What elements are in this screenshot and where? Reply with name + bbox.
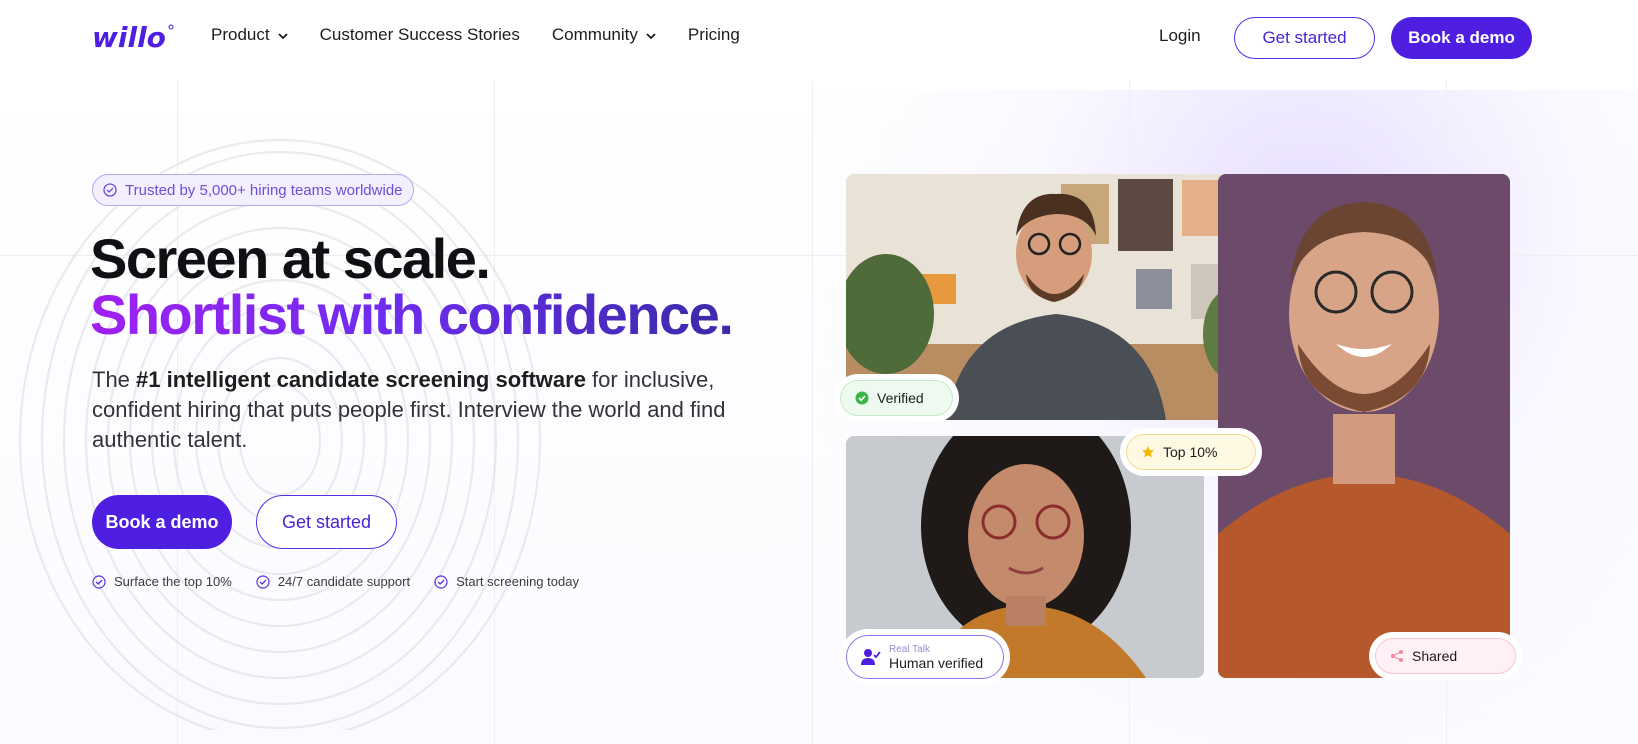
human-verified-label: Human verified [889, 654, 984, 671]
nav-item-customer-success-stories[interactable]: Customer Success Stories [320, 25, 520, 45]
feature-item: 24/7 candidate support [256, 574, 410, 589]
top-percent-badge: Top 10% [1126, 434, 1256, 470]
grid-line [812, 80, 813, 744]
willo-logo[interactable]: willo [92, 21, 174, 57]
feature-label: Surface the top 10% [114, 574, 232, 589]
hero-book-demo-button[interactable]: Book a demo [92, 495, 232, 549]
check-circle-icon [434, 574, 448, 589]
feature-label: 24/7 candidate support [277, 574, 411, 589]
chevron-down-icon [646, 25, 656, 45]
hero-subtext: The #1 intelligent candidate screening s… [92, 365, 772, 455]
subtext-bold: #1 intelligent candidate screening softw… [136, 367, 586, 392]
book-demo-button[interactable]: Book a demo [1391, 17, 1532, 59]
human-verified-text: Real Talk Human verified [889, 644, 983, 671]
headline-line-2: Shortlist with confidence. [90, 283, 734, 346]
nav-item-label: Customer Success Stories [319, 25, 520, 44]
willo-logo-mark: willo [92, 21, 174, 54]
chevron-down-icon [277, 25, 288, 45]
top-percent-label: Top 10% [1163, 444, 1218, 460]
top-navigation: willo Product Customer Success Stories C… [0, 0, 1638, 76]
get-started-button[interactable]: Get started [1234, 17, 1375, 59]
share-icon [1391, 650, 1403, 662]
check-circle-icon [92, 574, 106, 589]
badge-check-icon [103, 183, 117, 197]
human-verified-badge: Real Talk Human verified [846, 635, 1004, 679]
subtext-prefix: The [92, 367, 137, 392]
nav-item-pricing[interactable]: Pricing [688, 25, 740, 45]
verified-check-icon [855, 391, 869, 405]
verified-badge: Verified [840, 380, 953, 416]
login-link[interactable]: Login [1159, 26, 1201, 46]
human-verified-caption: Real Talk [889, 643, 930, 655]
trust-badge: Trusted by 5,000+ hiring teams worldwide [92, 174, 414, 206]
feature-label: Start screening today [456, 574, 579, 589]
nav-item-label: Community [551, 25, 638, 44]
verified-badge-label: Verified [877, 390, 924, 406]
trust-badge-text: Trusted by 5,000+ hiring teams worldwide [125, 181, 403, 199]
nav-item-product[interactable]: Product [211, 25, 288, 45]
star-icon [1142, 446, 1154, 458]
feature-item: Surface the top 10% [92, 574, 232, 589]
user-check-icon [861, 649, 881, 665]
hero-get-started-button[interactable]: Get started [256, 495, 397, 549]
shared-badge-label: Shared [1412, 648, 1458, 664]
nav-item-community[interactable]: Community [552, 25, 656, 45]
check-circle-icon [256, 574, 270, 589]
feature-list: Surface the top 10% 24/7 candidate suppo… [92, 574, 603, 589]
candidate-photo-man-smiling [1218, 174, 1510, 678]
primary-menu: Product Customer Success Stories Communi… [211, 25, 772, 45]
nav-item-label: Product [211, 25, 270, 44]
nav-item-label: Pricing [687, 25, 740, 44]
shared-badge: Shared [1375, 638, 1516, 674]
feature-item: Start screening today [434, 574, 579, 589]
svg-text:willo: willo [92, 22, 166, 52]
